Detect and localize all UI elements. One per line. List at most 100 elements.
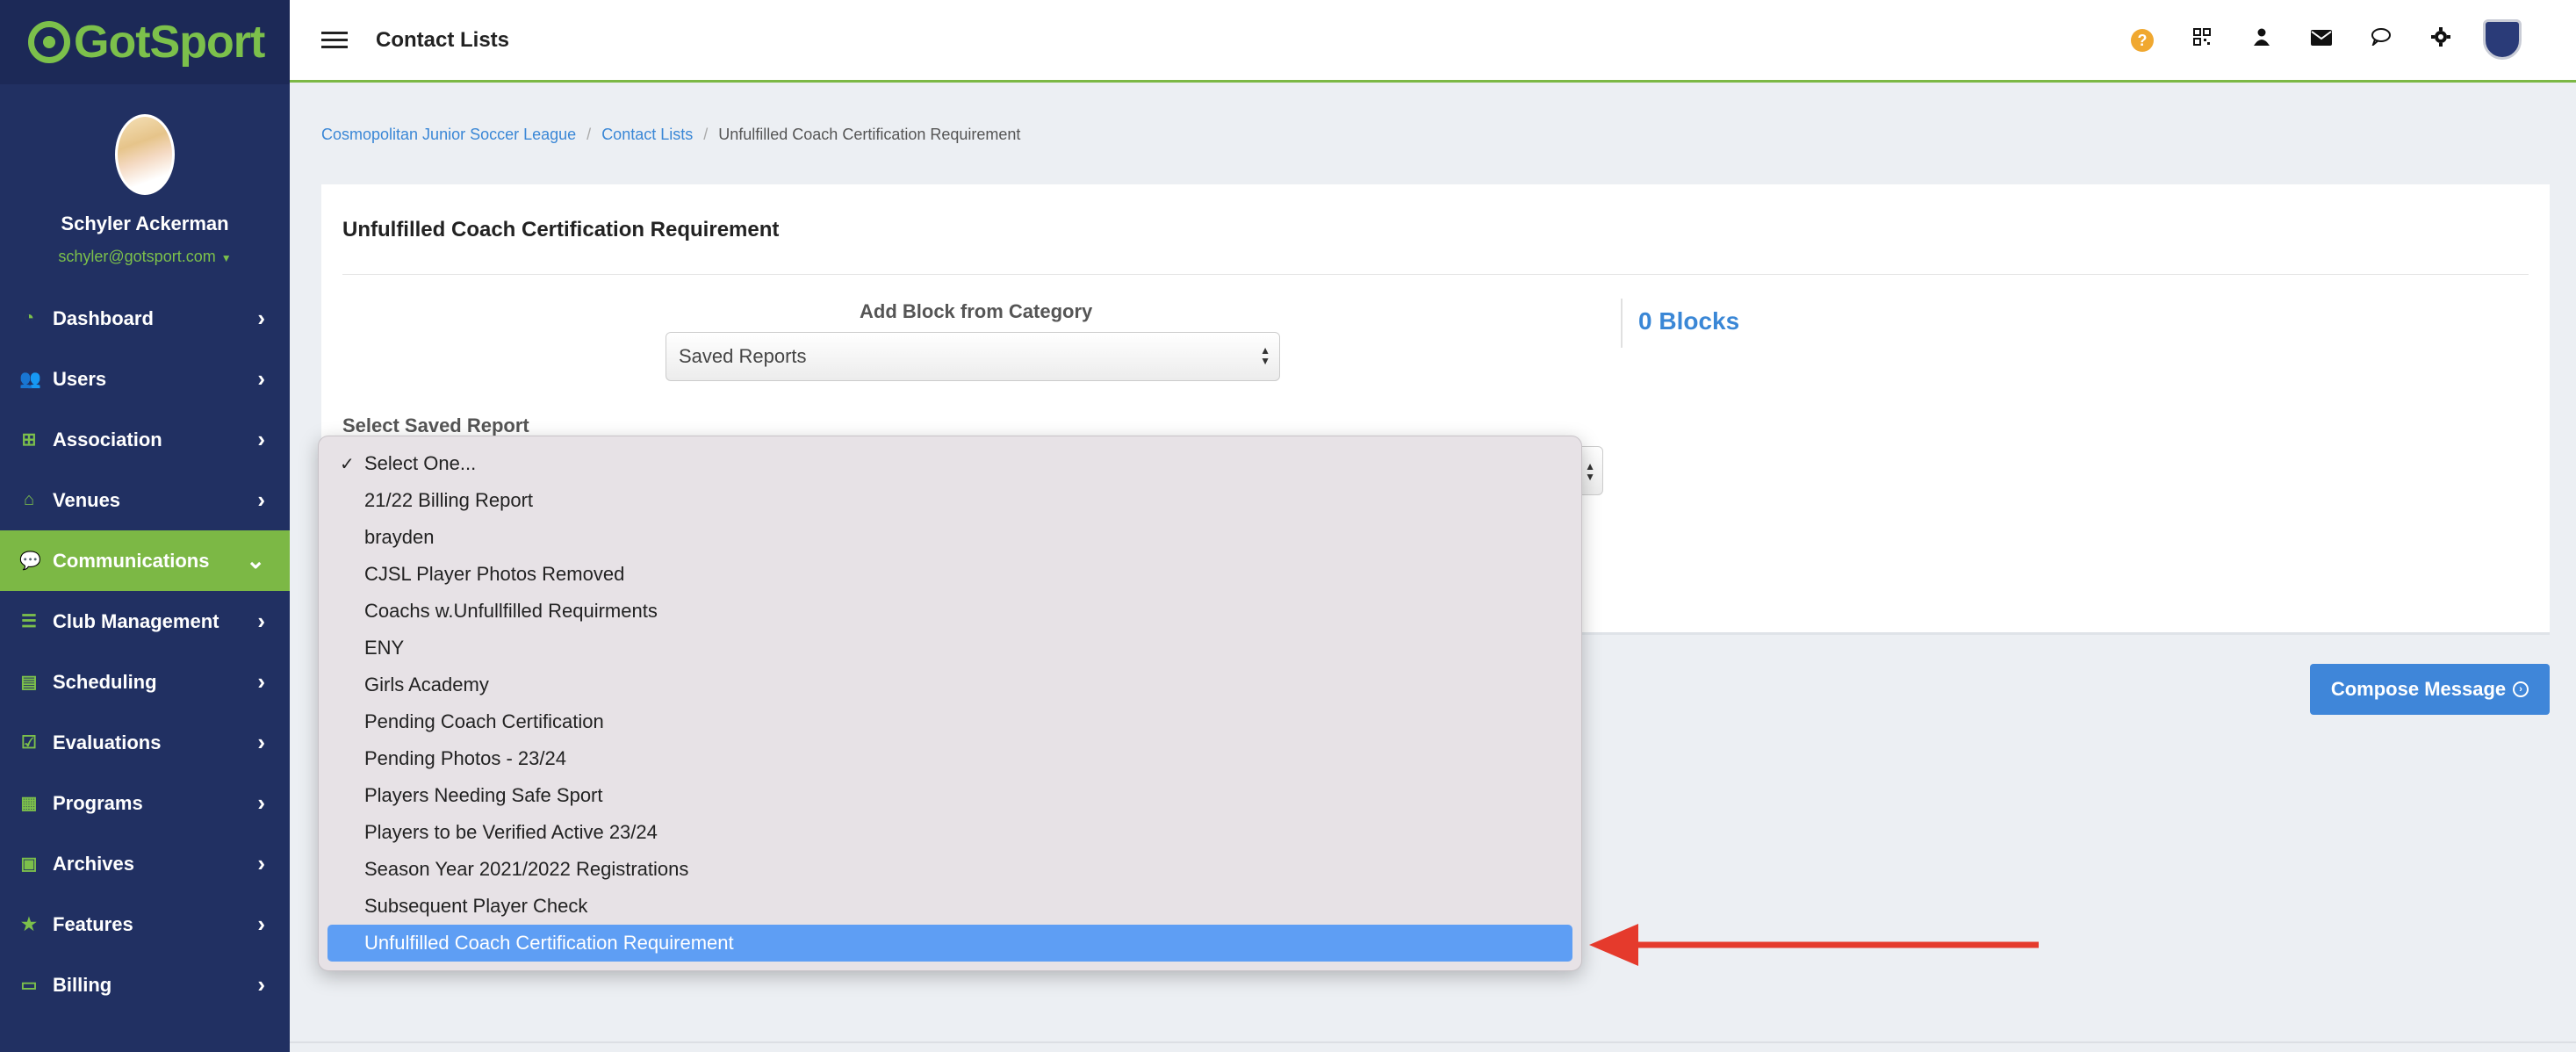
dropdown-option[interactable]: Pending Coach Certification bbox=[327, 703, 1572, 740]
chevron-right-icon: › bbox=[257, 365, 265, 392]
archive-icon: ▣ bbox=[20, 854, 38, 874]
dropdown-option[interactable]: Players to be Verified Active 23/24 bbox=[327, 814, 1572, 851]
dropdown-option[interactable]: CJSL Player Photos Removed bbox=[327, 556, 1572, 593]
chevron-right-icon: › bbox=[257, 486, 265, 513]
sidebar-item-venues[interactable]: ⌂ Venues › bbox=[0, 470, 290, 530]
dropdown-option-label: Girls Academy bbox=[364, 674, 489, 695]
page-title: Contact Lists bbox=[376, 27, 510, 52]
compose-message-label: Compose Message bbox=[2330, 678, 2507, 700]
chevron-right-icon: › bbox=[257, 426, 265, 452]
add-block-label: Add Block from Category bbox=[860, 300, 1093, 322]
chevron-right-icon: › bbox=[257, 729, 265, 755]
logo[interactable]: GotSport bbox=[0, 0, 290, 84]
chevron-right-icon: › bbox=[257, 608, 265, 634]
sidebar-item-dashboard[interactable]: ◔ Dashboard › bbox=[0, 288, 290, 349]
blocks-divider bbox=[1621, 299, 1623, 348]
dropdown-option-label: Players Needing Safe Sport bbox=[364, 784, 603, 806]
sidebar-item-label: Dashboard bbox=[53, 306, 154, 329]
blocks-count: 0 Blocks bbox=[1638, 307, 1740, 335]
sidebar-item-label: Features bbox=[53, 912, 133, 935]
chevron-right-icon: › bbox=[257, 305, 265, 331]
dropdown-option[interactable]: Unfulfilled Coach Certification Requirem… bbox=[327, 925, 1572, 962]
footer-strip bbox=[290, 1041, 2576, 1043]
credit-card-icon: ▭ bbox=[20, 976, 38, 995]
sidebar-item-scheduling[interactable]: ▤ Scheduling › bbox=[0, 652, 290, 712]
sidebar-item-billing[interactable]: ▭ Billing › bbox=[0, 955, 290, 1015]
chat-icon[interactable] bbox=[2351, 27, 2411, 52]
star-icon: ★ bbox=[21, 915, 37, 934]
top-header: Contact Lists ? bbox=[290, 0, 2576, 83]
logo-text: GotSport bbox=[74, 17, 265, 68]
sidebar-nav: ◔ Dashboard › 👥 Users › ⊞ Association › ⌂ Venues › 💬… bbox=[0, 288, 290, 1015]
calendar-list-icon: ▤ bbox=[20, 673, 38, 692]
calendar-check-icon: ☑ bbox=[21, 733, 37, 753]
card-divider bbox=[342, 274, 2529, 275]
category-select[interactable]: Saved Reports ▲ ▼ bbox=[666, 332, 1280, 381]
dropdown-option[interactable]: brayden bbox=[327, 519, 1572, 556]
help-icon[interactable]: ? bbox=[2112, 27, 2172, 52]
sidebar-item-association[interactable]: ⊞ Association › bbox=[0, 409, 290, 470]
chevron-down-icon: ⌄ bbox=[246, 547, 265, 573]
sidebar-item-label: Users bbox=[53, 367, 107, 390]
dropdown-option-label: Select One... bbox=[364, 452, 477, 474]
envelope-icon[interactable] bbox=[2292, 27, 2351, 52]
qr-code-icon[interactable] bbox=[2172, 27, 2232, 52]
dropdown-option-label: Season Year 2021/2022 Registrations bbox=[364, 858, 689, 880]
dropdown-option-label: Pending Photos - 23/24 bbox=[364, 747, 566, 769]
dropdown-option[interactable]: Season Year 2021/2022 Registrations bbox=[327, 851, 1572, 888]
dropdown-option[interactable]: Pending Photos - 23/24 bbox=[327, 740, 1572, 777]
sidebar: GotSport Schyler Ackerman schyler@gotspo… bbox=[0, 0, 290, 1052]
sidebar-item-label: Venues bbox=[53, 488, 121, 511]
dropdown-option[interactable]: Players Needing Safe Sport bbox=[327, 777, 1572, 814]
document-icon: ▦ bbox=[20, 794, 38, 813]
chevron-right-icon: › bbox=[257, 911, 265, 937]
sidebar-item-club-management[interactable]: ☰ Club Management › bbox=[0, 591, 290, 652]
sidebar-item-label: Billing bbox=[53, 973, 112, 996]
dropdown-option-label: brayden bbox=[364, 526, 435, 548]
dropdown-option[interactable]: Girls Academy bbox=[327, 667, 1572, 703]
chat-icon: 💬 bbox=[19, 551, 41, 571]
sidebar-item-users[interactable]: 👥 Users › bbox=[0, 349, 290, 409]
profile: Schyler Ackerman schyler@gotsport.com ▼ bbox=[0, 84, 290, 288]
breadcrumb-current: Unfulfilled Coach Certification Requirem… bbox=[718, 126, 1021, 143]
dropdown-option[interactable]: Subsequent Player Check bbox=[327, 888, 1572, 925]
dropdown-option[interactable]: ENY bbox=[327, 630, 1572, 667]
card-title: Unfulfilled Coach Certification Requirem… bbox=[342, 218, 780, 241]
breadcrumb-league-link[interactable]: Cosmopolitan Junior Soccer League bbox=[321, 126, 576, 143]
compose-message-button[interactable]: Compose Message › bbox=[2310, 664, 2550, 715]
breadcrumb-contact-lists-link[interactable]: Contact Lists bbox=[601, 126, 693, 143]
select-arrows-icon: ▲ ▼ bbox=[1260, 344, 1270, 367]
arrow-circle-right-icon: › bbox=[2513, 681, 2529, 697]
profile-name: Schyler Ackerman bbox=[61, 213, 229, 234]
chevron-right-icon: › bbox=[257, 850, 265, 876]
sidebar-item-archives[interactable]: ▣ Archives › bbox=[0, 833, 290, 894]
user-icon[interactable] bbox=[2232, 27, 2292, 52]
dropdown-option-label: Unfulfilled Coach Certification Requirem… bbox=[364, 932, 734, 954]
chevron-right-icon: › bbox=[257, 789, 265, 816]
sidebar-item-communications[interactable]: 💬 Communications ⌄ bbox=[0, 530, 290, 591]
sitemap-icon: ⊞ bbox=[21, 430, 37, 450]
breadcrumb: Cosmopolitan Junior Soccer League / Contac… bbox=[321, 126, 1021, 143]
dropdown-option[interactable]: ✓ Select One... bbox=[327, 445, 1572, 482]
caret-down-icon: ▼ bbox=[220, 252, 232, 264]
sidebar-item-programs[interactable]: ▦ Programs › bbox=[0, 773, 290, 833]
sidebar-item-label: Evaluations bbox=[53, 731, 162, 753]
dropdown-option[interactable]: 21/22 Billing Report bbox=[327, 482, 1572, 519]
sidebar-item-evaluations[interactable]: ☑ Evaluations › bbox=[0, 712, 290, 773]
league-crest-icon[interactable] bbox=[2483, 19, 2522, 60]
checkmark-icon: ✓ bbox=[340, 454, 355, 474]
header-icons: ? bbox=[2112, 19, 2522, 60]
profile-email-menu[interactable]: schyler@gotsport.com ▼ bbox=[0, 248, 290, 266]
hamburger-menu-icon[interactable] bbox=[321, 32, 348, 48]
profile-email: schyler@gotsport.com bbox=[58, 248, 216, 265]
annotation-arrow-icon bbox=[1589, 924, 2039, 966]
dropdown-option-label: 21/22 Billing Report bbox=[364, 489, 534, 511]
dropdown-option[interactable]: Coachs w.Unfullfilled Requirments bbox=[327, 593, 1572, 630]
dropdown-option-label: Subsequent Player Check bbox=[364, 895, 588, 917]
dropdown-option-label: Pending Coach Certification bbox=[364, 710, 604, 732]
gear-icon[interactable] bbox=[2411, 26, 2471, 53]
avatar[interactable] bbox=[115, 114, 175, 195]
sidebar-item-label: Scheduling bbox=[53, 670, 157, 693]
dashboard-icon: ◔ bbox=[23, 308, 35, 328]
sidebar-item-features[interactable]: ★ Features › bbox=[0, 894, 290, 955]
